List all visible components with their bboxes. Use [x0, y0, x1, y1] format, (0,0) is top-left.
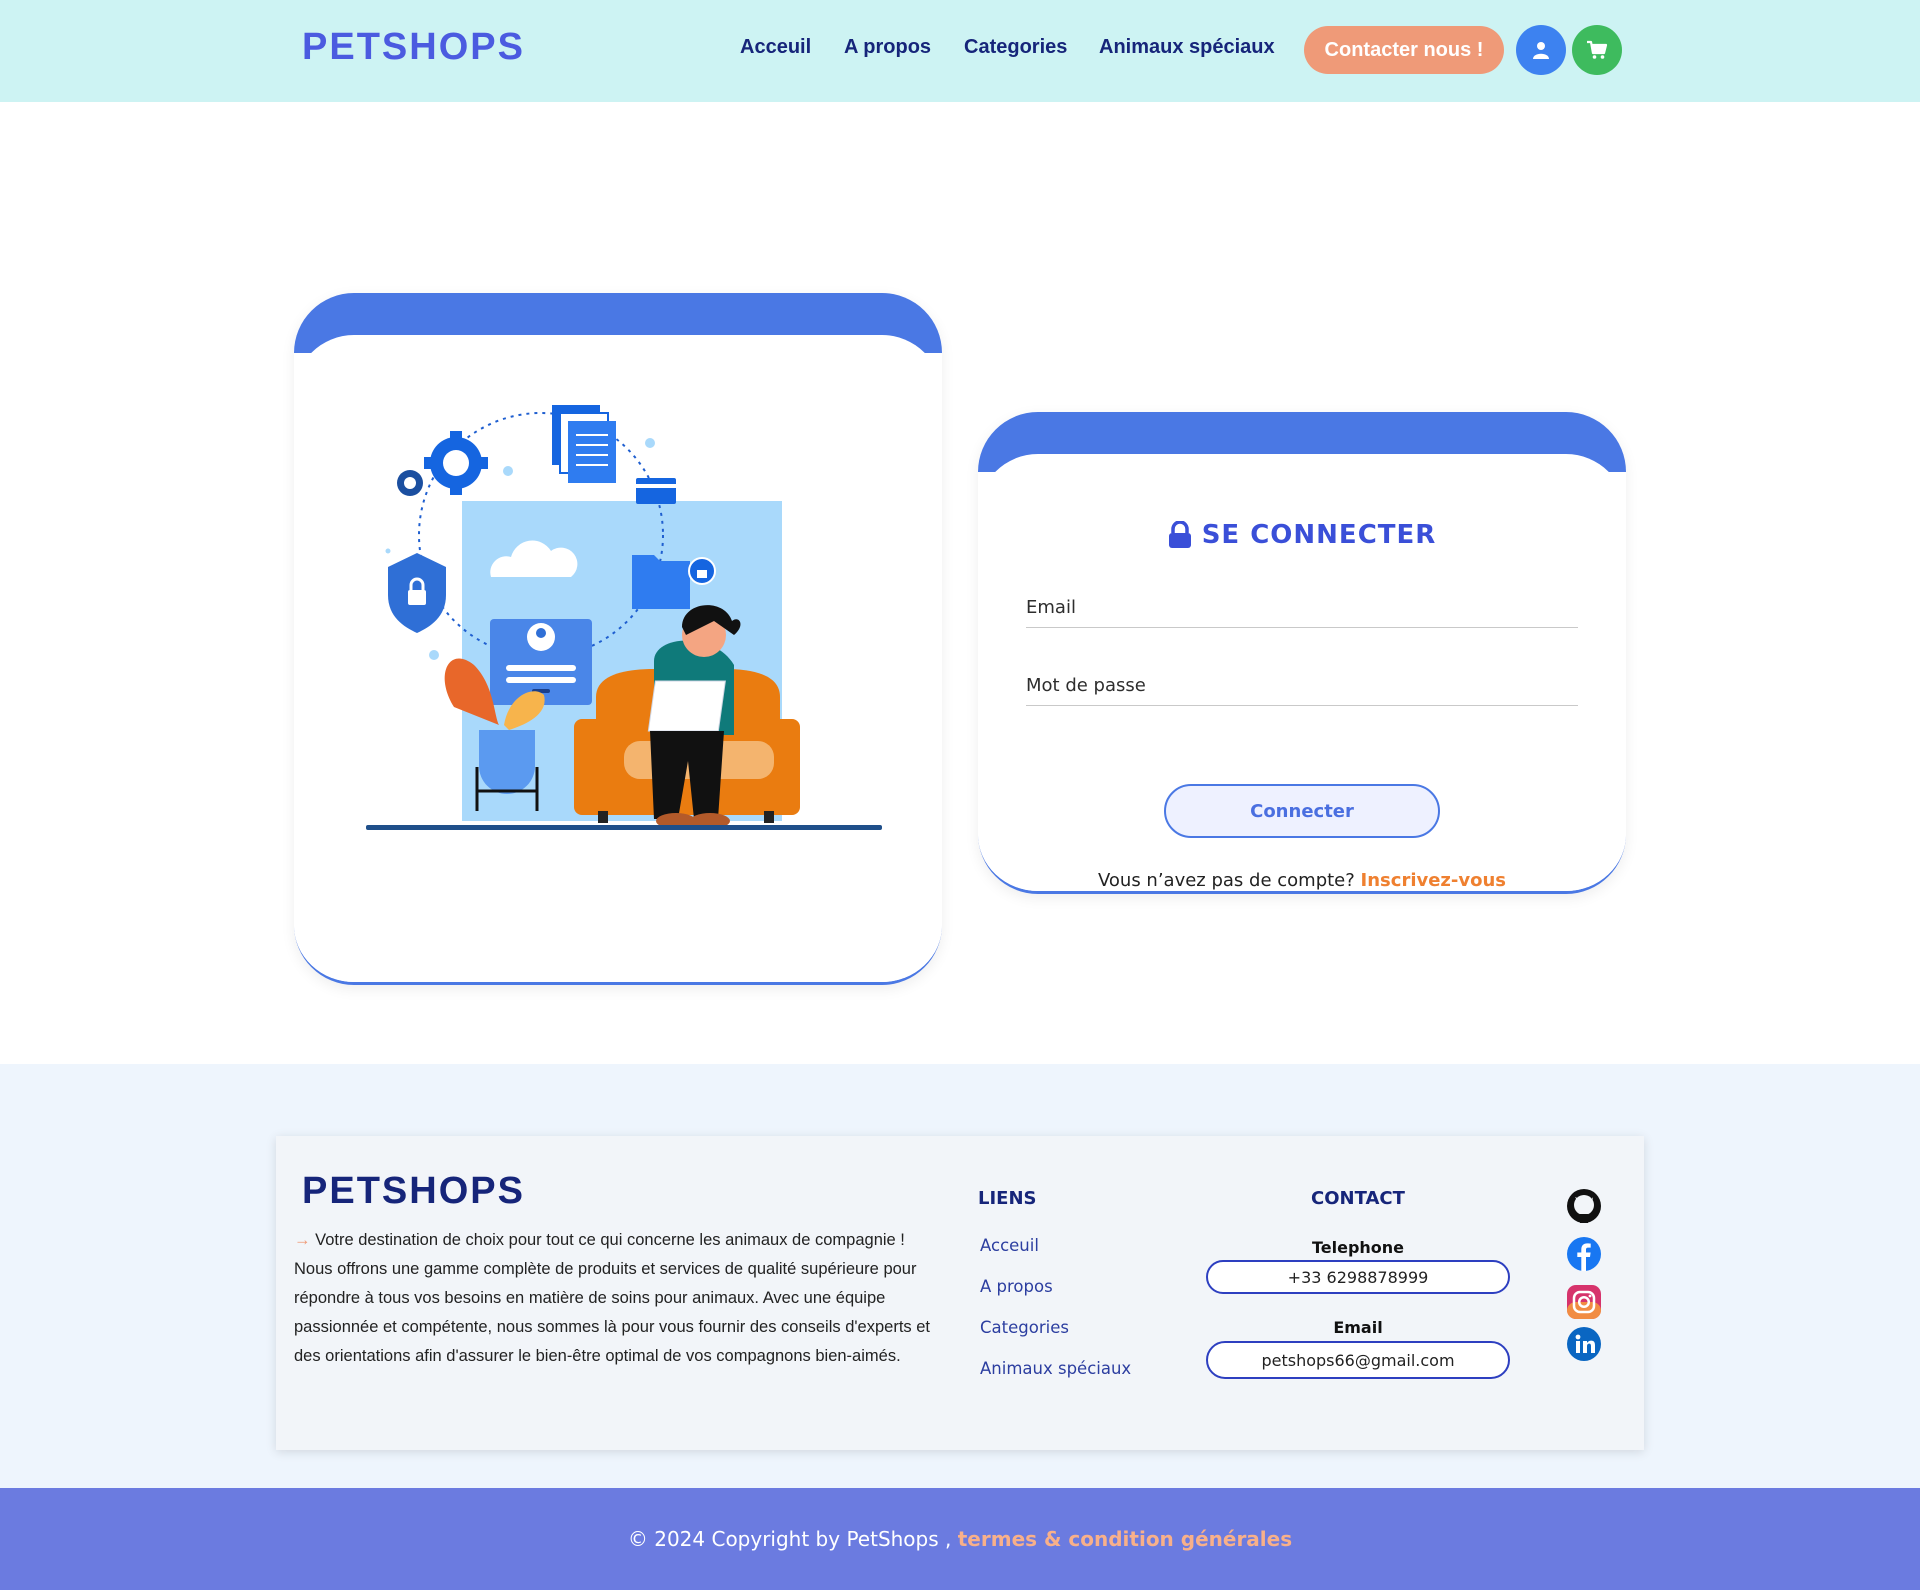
- login-title-text: SE CONNECTER: [1201, 520, 1437, 550]
- login-card: SE CONNECTER Connecter Vous n’avez pas d…: [978, 412, 1626, 894]
- email-label: Email: [1333, 1318, 1383, 1337]
- instagram-icon[interactable]: [1566, 1284, 1602, 1320]
- user-icon: [1533, 42, 1549, 59]
- phone-label: Telephone: [1311, 1238, 1405, 1257]
- facebook-icon[interactable]: [1566, 1236, 1602, 1272]
- email-field[interactable]: [1026, 588, 1578, 628]
- signup-link[interactable]: Inscrivez-vous: [1361, 870, 1506, 891]
- top-navbar: PETSHOPS Acceuil A propos Categories Ani…: [0, 0, 1920, 102]
- footer-logo: PETSHOPS: [302, 1170, 525, 1212]
- email-value: petshops66@gmail.com: [1206, 1341, 1510, 1379]
- login-title: SE CONNECTER: [978, 520, 1626, 550]
- password-field[interactable]: [1026, 666, 1578, 706]
- footer-link-a-propos[interactable]: A propos: [980, 1277, 1053, 1296]
- nav-link-a-propos[interactable]: A propos: [844, 36, 931, 59]
- cart-button[interactable]: [1572, 25, 1622, 75]
- footer-link-categories[interactable]: Categories: [980, 1318, 1069, 1337]
- gear-icon-small: [397, 470, 423, 496]
- signup-prompt: Vous n’avez pas de compte? Inscrivez-vou…: [978, 870, 1626, 891]
- login-illustration: [366, 405, 882, 830]
- illustration-panel: [294, 335, 942, 982]
- terms-link[interactable]: termes & condition générales: [958, 1527, 1292, 1551]
- arrow-right-icon: →: [294, 1231, 311, 1249]
- phone-value: +33 6298878999: [1206, 1260, 1510, 1294]
- footer-description-text: Votre destination de choix pour tout ce …: [294, 1231, 930, 1365]
- login-form: SE CONNECTER Connecter Vous n’avez pas d…: [978, 454, 1626, 891]
- footer-box: PETSHOPS → Votre destination de choix po…: [276, 1136, 1644, 1450]
- no-account-text: Vous n’avez pas de compte?: [1097, 870, 1355, 891]
- nav-link-acceuil[interactable]: Acceuil: [740, 36, 811, 59]
- footer-contact-title: CONTACT: [1311, 1188, 1405, 1209]
- brand-logo[interactable]: PETSHOPS: [302, 26, 525, 69]
- linkedin-icon[interactable]: [1566, 1326, 1602, 1362]
- illustration-card: [294, 293, 942, 985]
- github-icon[interactable]: [1566, 1188, 1602, 1224]
- footer-link-acceuil[interactable]: Acceuil: [980, 1236, 1039, 1255]
- cart-icon: [1587, 40, 1608, 59]
- user-button[interactable]: [1516, 25, 1566, 75]
- lock-icon: [1168, 521, 1191, 548]
- connect-button[interactable]: Connecter: [1164, 784, 1440, 838]
- gear-icon-large: [424, 431, 488, 495]
- footer-description: → Votre destination de choix pour tout c…: [294, 1226, 944, 1371]
- copyright-bar: © 2024 Copyright by PetShops , termes & …: [0, 1488, 1920, 1590]
- contact-button[interactable]: Contacter nous !: [1304, 26, 1504, 74]
- copyright-text: © 2024 Copyright by PetShops ,: [627, 1527, 952, 1551]
- footer-link-animaux-speciaux[interactable]: Animaux spéciaux: [980, 1359, 1131, 1378]
- footer-links-title: LIENS: [978, 1188, 1037, 1209]
- nav-link-animaux-speciaux[interactable]: Animaux spéciaux: [1099, 36, 1275, 59]
- nav-link-categories[interactable]: Categories: [964, 36, 1067, 59]
